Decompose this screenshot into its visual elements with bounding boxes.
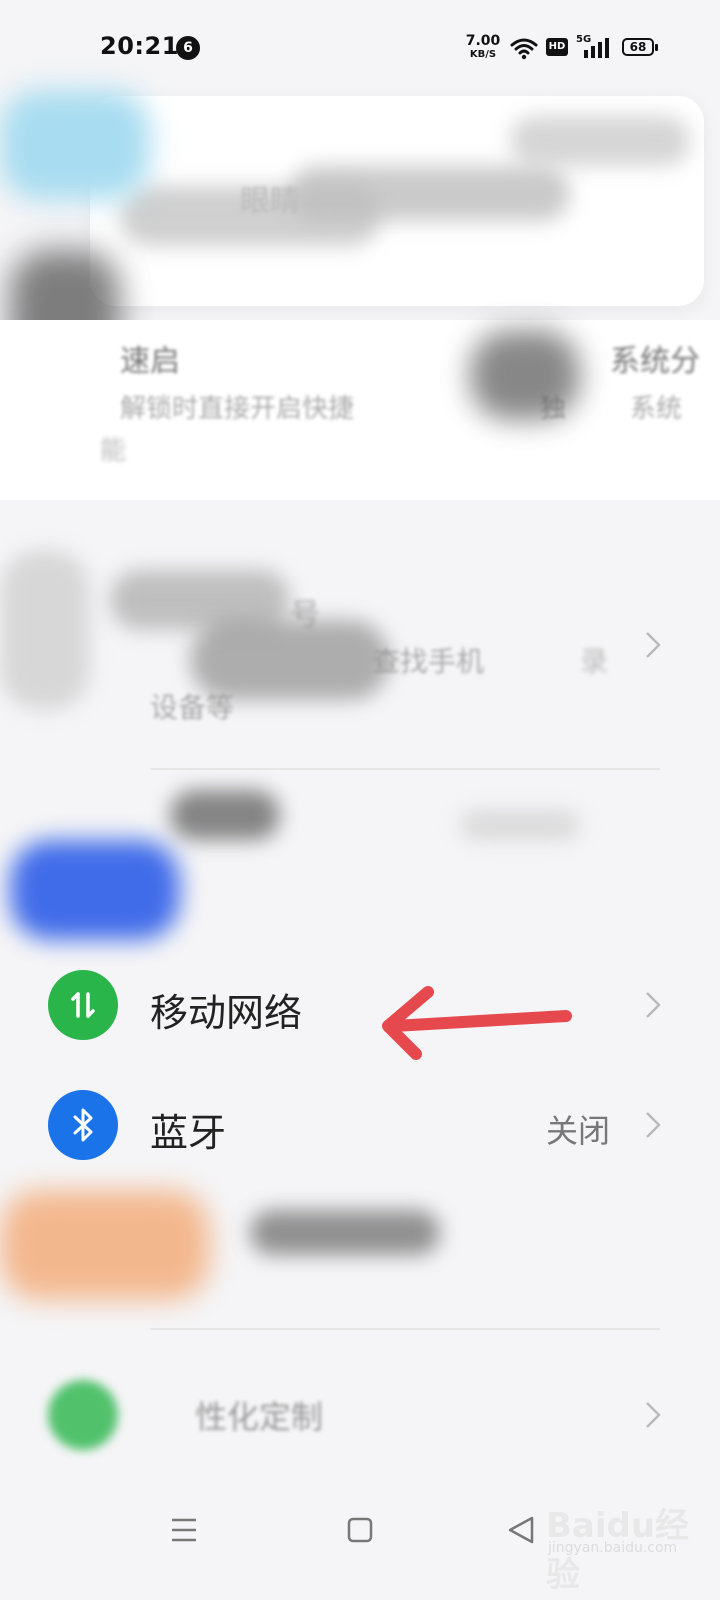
home-icon[interactable] bbox=[340, 1510, 380, 1550]
obscured-smear bbox=[0, 1190, 210, 1300]
personalization-label: 性化定制 bbox=[195, 1398, 324, 1436]
watermark-url: jingyan.baidu.com bbox=[548, 1540, 678, 1556]
hd-badge: HD bbox=[546, 38, 568, 56]
obscured-smear bbox=[470, 330, 580, 420]
watermark: Baidu经验 jingyan.baidu.com bbox=[542, 1488, 712, 1595]
bluetooth-status: 关闭 bbox=[545, 1112, 610, 1150]
obscured-smear bbox=[510, 116, 690, 166]
personalization-row[interactable]: 性化定制 bbox=[0, 1360, 720, 1470]
blurred-title-right: 系统分 bbox=[610, 344, 700, 379]
chevron-right-icon bbox=[646, 632, 661, 658]
bluetooth-label: 蓝牙 bbox=[150, 1111, 227, 1155]
obscured-row[interactable] bbox=[0, 1190, 720, 1300]
blurred-mid-desc-2: 录 bbox=[580, 645, 609, 678]
network-speed-unit: KB/S bbox=[469, 49, 497, 60]
chevron-right-icon bbox=[646, 1112, 661, 1138]
menu-icon[interactable] bbox=[164, 1510, 204, 1550]
card-text: 眼睛 bbox=[240, 184, 300, 219]
blurred-desc-left: 解锁时直接开启快捷 bbox=[120, 394, 355, 424]
bluetooth-row[interactable]: 蓝牙 关闭 bbox=[0, 1070, 720, 1180]
obscured-smear bbox=[190, 620, 390, 700]
signal-strength-icon bbox=[584, 38, 609, 58]
notification-count-badge: 6 bbox=[176, 36, 200, 60]
obscured-smear bbox=[250, 1210, 440, 1255]
bluetooth-icon bbox=[48, 1090, 118, 1160]
blurred-desc-right-2: 系统 bbox=[630, 394, 683, 424]
status-bar: 20:21 6 7.00 KB/S HD 5G 68 bbox=[0, 0, 720, 96]
personalization-icon bbox=[48, 1380, 118, 1450]
battery-indicator: 68 bbox=[622, 38, 660, 58]
mobile-network-label: 移动网络 bbox=[150, 991, 303, 1035]
chevron-right-icon bbox=[646, 992, 661, 1018]
chevron-right-icon bbox=[646, 1402, 661, 1428]
obscured-smear bbox=[460, 810, 580, 840]
wifi-icon bbox=[510, 38, 538, 60]
network-speed-value: 7.00 bbox=[465, 33, 501, 49]
settings-list: 移动网络 蓝牙 关闭 性化定制 bbox=[0, 950, 720, 1450]
battery-level: 68 bbox=[629, 40, 647, 54]
obscured-smear bbox=[10, 840, 180, 940]
obscured-smear bbox=[170, 790, 280, 840]
feature-card[interactable]: 眼睛 bbox=[90, 96, 704, 306]
mobile-data-icon bbox=[48, 970, 118, 1040]
network-speed: 7.00 KB/S bbox=[464, 34, 502, 61]
obscured-settings-region: 速启 解锁时直接开启快捷 能 系统分 独 系统 号 查找手机 录 设备等 bbox=[0, 300, 720, 950]
clock: 20:21 bbox=[100, 32, 179, 60]
obscured-smear bbox=[0, 90, 150, 200]
annotation-arrow-icon bbox=[382, 986, 572, 1060]
mobile-network-row[interactable]: 移动网络 bbox=[0, 950, 720, 1060]
blurred-desc-left-2: 能 bbox=[100, 436, 127, 466]
obscured-smear bbox=[0, 550, 90, 710]
blurred-title-left: 速启 bbox=[120, 344, 180, 379]
obscured-smear bbox=[290, 166, 570, 221]
back-icon[interactable] bbox=[502, 1510, 542, 1550]
